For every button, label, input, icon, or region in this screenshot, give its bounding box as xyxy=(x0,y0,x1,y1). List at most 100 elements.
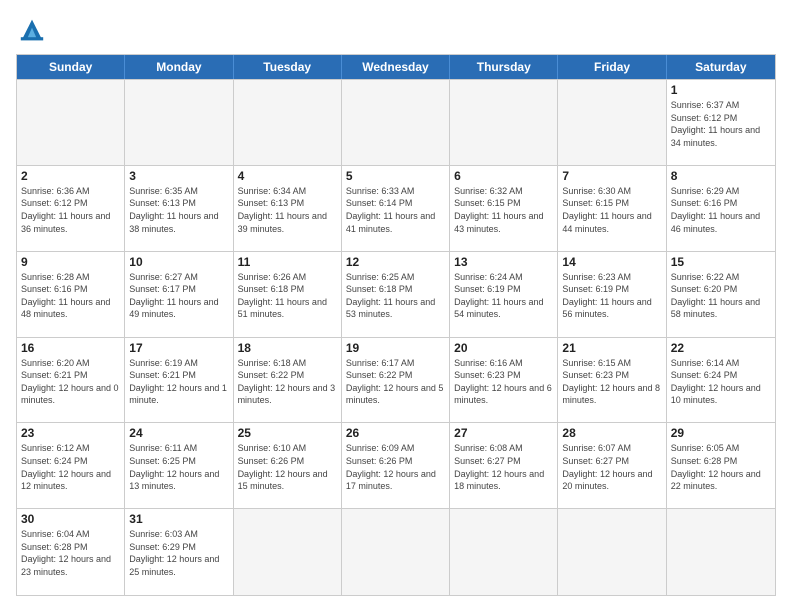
header-sunday: Sunday xyxy=(17,55,125,79)
day-info: Sunrise: 6:20 AM Sunset: 6:21 PM Dayligh… xyxy=(21,357,120,407)
day-number: 24 xyxy=(129,426,228,440)
day-cell-26: 26 Sunrise: 6:09 AM Sunset: 6:26 PM Dayli… xyxy=(342,423,450,509)
day-info: Sunrise: 6:25 AM Sunset: 6:18 PM Dayligh… xyxy=(346,271,445,321)
day-info: Sunrise: 6:16 AM Sunset: 6:23 PM Dayligh… xyxy=(454,357,553,407)
day-number: 14 xyxy=(562,255,661,269)
day-cell-empty xyxy=(342,80,450,166)
day-cell-9: 9 Sunrise: 6:28 AM Sunset: 6:16 PM Daylig… xyxy=(17,252,125,338)
day-number: 10 xyxy=(129,255,228,269)
day-number: 30 xyxy=(21,512,120,526)
logo xyxy=(16,16,52,44)
day-number: 23 xyxy=(21,426,120,440)
day-info: Sunrise: 6:18 AM Sunset: 6:22 PM Dayligh… xyxy=(238,357,337,407)
day-cell-16: 16 Sunrise: 6:20 AM Sunset: 6:21 PM Dayli… xyxy=(17,338,125,424)
day-cell-22: 22 Sunrise: 6:14 AM Sunset: 6:24 PM Dayli… xyxy=(667,338,775,424)
day-number: 3 xyxy=(129,169,228,183)
day-info: Sunrise: 6:08 AM Sunset: 6:27 PM Dayligh… xyxy=(454,442,553,492)
day-cell-empty xyxy=(17,80,125,166)
day-number: 22 xyxy=(671,341,771,355)
day-info: Sunrise: 6:11 AM Sunset: 6:25 PM Dayligh… xyxy=(129,442,228,492)
day-info: Sunrise: 6:14 AM Sunset: 6:24 PM Dayligh… xyxy=(671,357,771,407)
day-info: Sunrise: 6:24 AM Sunset: 6:19 PM Dayligh… xyxy=(454,271,553,321)
day-number: 27 xyxy=(454,426,553,440)
day-info: Sunrise: 6:19 AM Sunset: 6:21 PM Dayligh… xyxy=(129,357,228,407)
day-info: Sunrise: 6:34 AM Sunset: 6:13 PM Dayligh… xyxy=(238,185,337,235)
day-info: Sunrise: 6:03 AM Sunset: 6:29 PM Dayligh… xyxy=(129,528,228,578)
day-number: 28 xyxy=(562,426,661,440)
day-info: Sunrise: 6:07 AM Sunset: 6:27 PM Dayligh… xyxy=(562,442,661,492)
day-info: Sunrise: 6:09 AM Sunset: 6:26 PM Dayligh… xyxy=(346,442,445,492)
day-number: 21 xyxy=(562,341,661,355)
day-cell-27: 27 Sunrise: 6:08 AM Sunset: 6:27 PM Dayli… xyxy=(450,423,558,509)
day-headers-row: Sunday Monday Tuesday Wednesday Thursday… xyxy=(17,55,775,79)
day-info: Sunrise: 6:30 AM Sunset: 6:15 PM Dayligh… xyxy=(562,185,661,235)
day-cell-empty xyxy=(450,509,558,595)
day-number: 15 xyxy=(671,255,771,269)
day-cell-10: 10 Sunrise: 6:27 AM Sunset: 6:17 PM Dayli… xyxy=(125,252,233,338)
day-number: 26 xyxy=(346,426,445,440)
day-number: 16 xyxy=(21,341,120,355)
day-info: Sunrise: 6:33 AM Sunset: 6:14 PM Dayligh… xyxy=(346,185,445,235)
day-number: 7 xyxy=(562,169,661,183)
day-cell-17: 17 Sunrise: 6:19 AM Sunset: 6:21 PM Dayli… xyxy=(125,338,233,424)
day-cell-empty xyxy=(667,509,775,595)
day-info: Sunrise: 6:22 AM Sunset: 6:20 PM Dayligh… xyxy=(671,271,771,321)
day-cell-14: 14 Sunrise: 6:23 AM Sunset: 6:19 PM Dayli… xyxy=(558,252,666,338)
day-cell-11: 11Sunrise: 6:26 AM Sunset: 6:18 PM Dayli… xyxy=(234,252,342,338)
day-number: 20 xyxy=(454,341,553,355)
day-number: 25 xyxy=(238,426,337,440)
day-number: 12 xyxy=(346,255,445,269)
header xyxy=(16,16,776,44)
header-saturday: Saturday xyxy=(667,55,775,79)
day-info: Sunrise: 6:12 AM Sunset: 6:24 PM Dayligh… xyxy=(21,442,120,492)
day-cell-23: 23 Sunrise: 6:12 AM Sunset: 6:24 PM Dayli… xyxy=(17,423,125,509)
day-cell-19: 19Sunrise: 6:17 AM Sunset: 6:22 PM Dayli… xyxy=(342,338,450,424)
header-tuesday: Tuesday xyxy=(234,55,342,79)
day-number: 6 xyxy=(454,169,553,183)
day-cell-31: 31 Sunrise: 6:03 AM Sunset: 6:29 PM Dayli… xyxy=(125,509,233,595)
day-number: 31 xyxy=(129,512,228,526)
day-cell-29: 29Sunrise: 6:05 AM Sunset: 6:28 PM Dayli… xyxy=(667,423,775,509)
day-cell-28: 28 Sunrise: 6:07 AM Sunset: 6:27 PM Dayli… xyxy=(558,423,666,509)
day-number: 18 xyxy=(238,341,337,355)
day-info: Sunrise: 6:15 AM Sunset: 6:23 PM Dayligh… xyxy=(562,357,661,407)
day-number: 1 xyxy=(671,83,771,97)
day-number: 8 xyxy=(671,169,771,183)
day-cell-25: 25 Sunrise: 6:10 AM Sunset: 6:26 PM Dayli… xyxy=(234,423,342,509)
day-info: Sunrise: 6:04 AM Sunset: 6:28 PM Dayligh… xyxy=(21,528,120,578)
day-number: 17 xyxy=(129,341,228,355)
day-cell-empty xyxy=(558,80,666,166)
day-cell-24: 24 Sunrise: 6:11 AM Sunset: 6:25 PM Dayli… xyxy=(125,423,233,509)
day-info: Sunrise: 6:28 AM Sunset: 6:16 PM Dayligh… xyxy=(21,271,120,321)
day-cell-empty xyxy=(558,509,666,595)
day-cell-empty xyxy=(342,509,450,595)
day-info: Sunrise: 6:26 AM Sunset: 6:18 PM Dayligh… xyxy=(238,271,337,321)
day-cell-8: 8 Sunrise: 6:29 AM Sunset: 6:16 PM Daylig… xyxy=(667,166,775,252)
day-cell-2: 2Sunrise: 6:36 AM Sunset: 6:12 PM Daylig… xyxy=(17,166,125,252)
day-cell-4: 4Sunrise: 6:34 AM Sunset: 6:13 PM Daylig… xyxy=(234,166,342,252)
day-cell-13: 13 Sunrise: 6:24 AM Sunset: 6:19 PM Dayli… xyxy=(450,252,558,338)
day-cell-empty xyxy=(234,80,342,166)
day-number: 13 xyxy=(454,255,553,269)
day-info: Sunrise: 6:32 AM Sunset: 6:15 PM Dayligh… xyxy=(454,185,553,235)
header-monday: Monday xyxy=(125,55,233,79)
day-info: Sunrise: 6:29 AM Sunset: 6:16 PM Dayligh… xyxy=(671,185,771,235)
day-cell-18: 18 Sunrise: 6:18 AM Sunset: 6:22 PM Dayli… xyxy=(234,338,342,424)
day-info: Sunrise: 6:23 AM Sunset: 6:19 PM Dayligh… xyxy=(562,271,661,321)
day-info: Sunrise: 6:27 AM Sunset: 6:17 PM Dayligh… xyxy=(129,271,228,321)
day-number: 9 xyxy=(21,255,120,269)
day-number: 19 xyxy=(346,341,445,355)
day-cell-20: 20 Sunrise: 6:16 AM Sunset: 6:23 PM Dayli… xyxy=(450,338,558,424)
day-info: Sunrise: 6:36 AM Sunset: 6:12 PM Dayligh… xyxy=(21,185,120,235)
calendar-grid: 1Sunrise: 6:37 AM Sunset: 6:12 PM Daylig… xyxy=(17,79,775,595)
page: Sunday Monday Tuesday Wednesday Thursday… xyxy=(0,0,792,612)
day-cell-3: 3 Sunrise: 6:35 AM Sunset: 6:13 PM Daylig… xyxy=(125,166,233,252)
header-thursday: Thursday xyxy=(450,55,558,79)
day-cell-5: 5Sunrise: 6:33 AM Sunset: 6:14 PM Daylig… xyxy=(342,166,450,252)
day-info: Sunrise: 6:35 AM Sunset: 6:13 PM Dayligh… xyxy=(129,185,228,235)
day-cell-empty xyxy=(234,509,342,595)
calendar: Sunday Monday Tuesday Wednesday Thursday… xyxy=(16,54,776,596)
day-cell-12: 12 Sunrise: 6:25 AM Sunset: 6:18 PM Dayli… xyxy=(342,252,450,338)
day-cell-6: 6 Sunrise: 6:32 AM Sunset: 6:15 PM Daylig… xyxy=(450,166,558,252)
day-info: Sunrise: 6:10 AM Sunset: 6:26 PM Dayligh… xyxy=(238,442,337,492)
